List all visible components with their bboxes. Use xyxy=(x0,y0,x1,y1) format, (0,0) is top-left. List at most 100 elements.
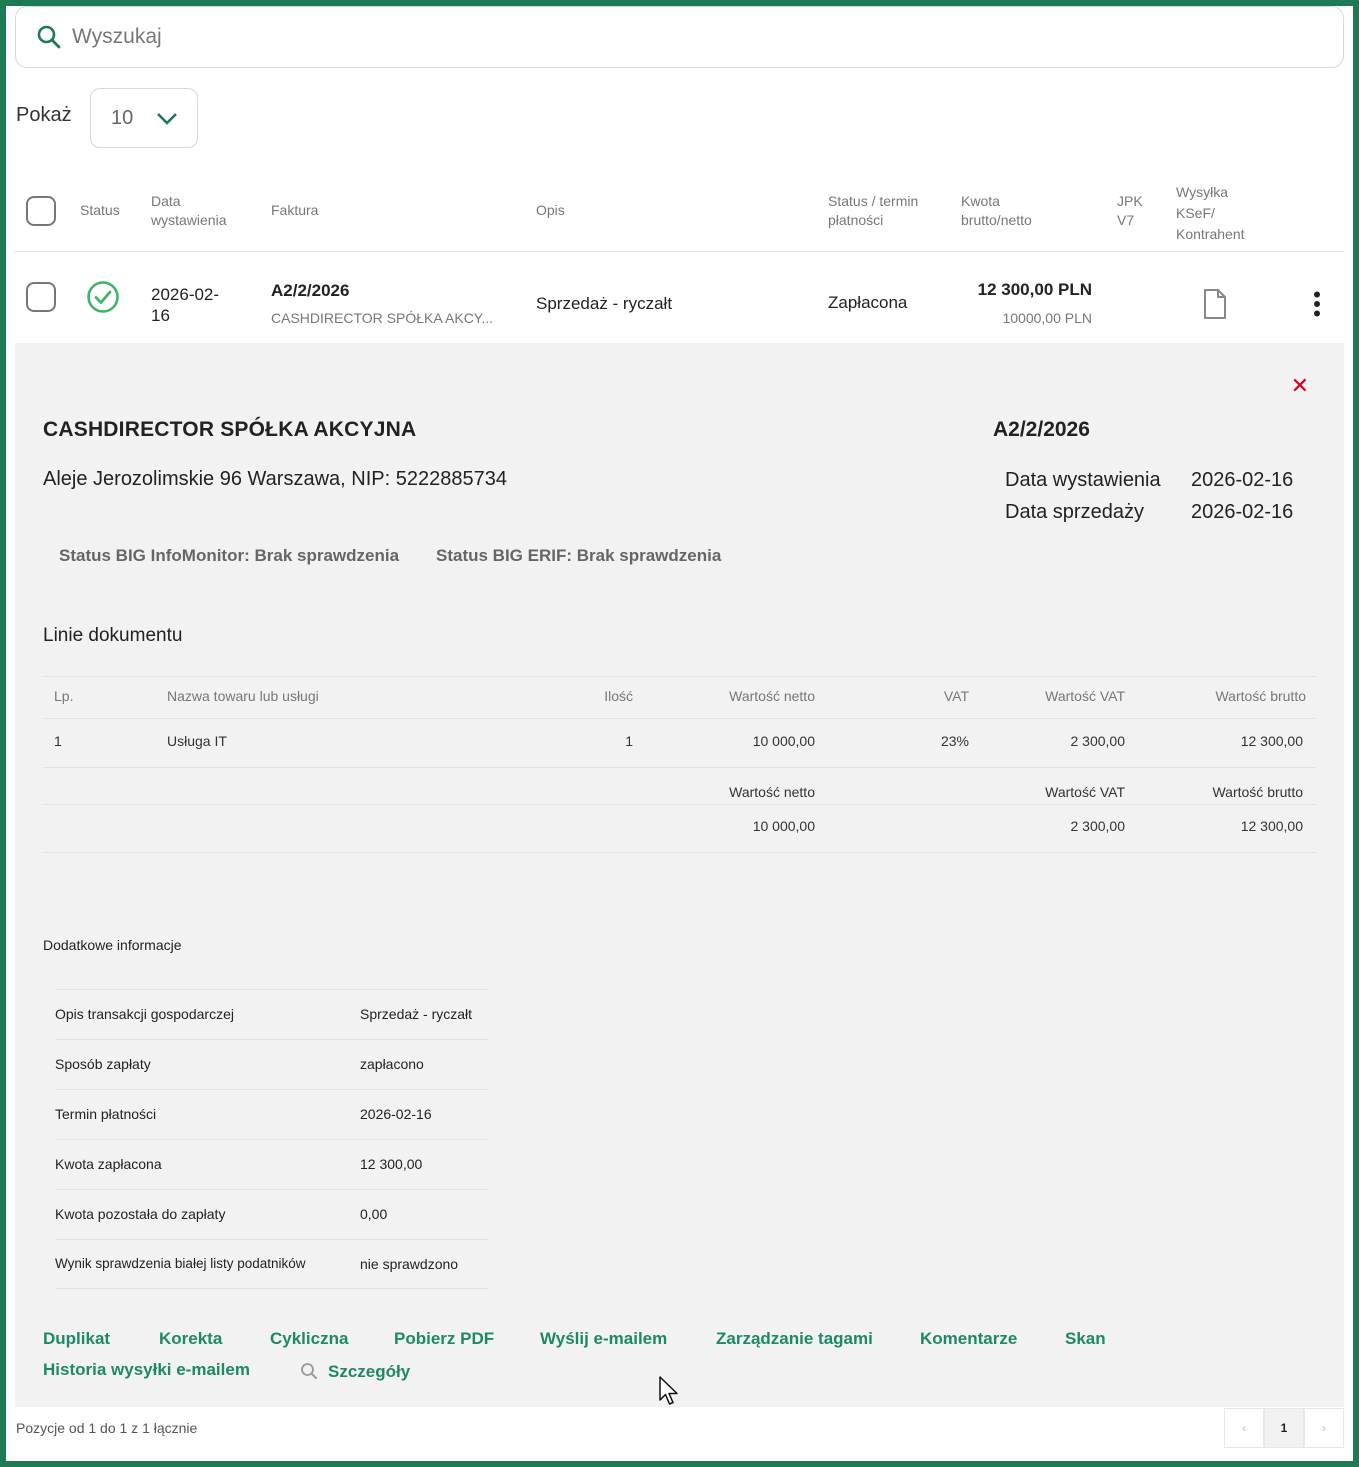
lines-header-net: Wartość netto xyxy=(729,688,815,704)
recurring-link[interactable]: Cykliczna xyxy=(270,1329,348,1349)
info-value: nie sprawdzono xyxy=(360,1256,459,1272)
table-header: Status Data wystawienia Faktura Opis Sta… xyxy=(15,174,1344,252)
total-gross-label: Wartość brutto xyxy=(1212,784,1303,800)
mouse-cursor-icon xyxy=(659,1376,678,1405)
sale-date-row: Data sprzedaży 2026-02-16 xyxy=(1005,501,1293,533)
invoice-details-panel: ✕ CASHDIRECTOR SPÓŁKA AKCYJNA Aleje Jero… xyxy=(15,343,1344,1407)
row-gross-amount: 12 300,00 PLN xyxy=(977,280,1092,299)
search-bar[interactable] xyxy=(15,6,1344,68)
info-value: 0,00 xyxy=(360,1206,388,1222)
lines-header-vat-value: Wartość VAT xyxy=(1045,688,1125,704)
document-icon[interactable] xyxy=(1203,288,1227,320)
info-key: Opis transakcji gospodarczej xyxy=(55,1006,234,1022)
details-dates: Data wystawienia 2026-02-16 Data sprzeda… xyxy=(1005,469,1293,533)
info-value: zapłacono xyxy=(360,1056,424,1072)
correction-link[interactable]: Korekta xyxy=(159,1329,222,1349)
info-row: Kwota pozostała do zapłaty 0,00 xyxy=(55,1189,489,1239)
line-net: 10 000,00 xyxy=(752,733,815,749)
page-size-select[interactable]: 10 xyxy=(90,88,198,148)
header-date-line2: wystawienia xyxy=(151,212,227,228)
issue-date-row: Data wystawienia 2026-02-16 xyxy=(1005,469,1293,501)
scan-link[interactable]: Skan xyxy=(1065,1329,1106,1349)
header-ksef: Wysyłka KSeF/ Kontrahent xyxy=(1176,182,1245,245)
duplicate-link[interactable]: Duplikat xyxy=(43,1329,110,1349)
header-ksef-line2: KSeF/ xyxy=(1176,205,1215,221)
check-circle-icon xyxy=(87,281,119,313)
lines-header-name: Nazwa towaru lub usługi xyxy=(167,688,319,704)
big-infomonitor-status: Status BIG InfoMonitor: Brak sprawdzenia xyxy=(59,546,400,565)
magnifier-icon xyxy=(301,1363,317,1379)
email-history-link[interactable]: Historia wysyłki e-mailem xyxy=(43,1360,250,1380)
pagination-prev-button[interactable]: ‹ xyxy=(1224,1408,1264,1448)
divider xyxy=(43,804,1316,805)
table-row[interactable]: 2026-02- 16 A2/2/2026 CASHDIRECTOR SPÓŁK… xyxy=(15,253,1344,343)
header-ksef-line1: Wysyłka xyxy=(1176,184,1228,200)
lines-header-gross: Wartość brutto xyxy=(1215,688,1306,704)
header-date-line1: Data xyxy=(151,193,181,209)
kebab-menu-icon[interactable] xyxy=(1313,291,1321,317)
info-value: 2026-02-16 xyxy=(360,1106,432,1122)
total-gross-value: 12 300,00 xyxy=(1240,818,1303,834)
close-icon[interactable]: ✕ xyxy=(1291,373,1309,399)
sale-date-label: Data sprzedaży xyxy=(1005,501,1144,523)
sale-date-value: 2026-02-16 xyxy=(1191,501,1294,523)
row-issue-date: 2026-02- 16 xyxy=(151,284,219,326)
divider xyxy=(43,676,1316,677)
info-key: Sposób zapłaty xyxy=(55,1056,151,1072)
lines-header-lp: Lp. xyxy=(54,688,74,704)
row-payment-status: Zapłacona xyxy=(828,293,908,312)
comments-link[interactable]: Komentarze xyxy=(920,1329,1017,1349)
big-erif-status: Status BIG ERIF: Brak sprawdzenia xyxy=(436,546,722,565)
row-checkbox[interactable] xyxy=(26,282,56,312)
total-net-label: Wartość netto xyxy=(729,784,815,800)
details-invoice-number: A2/2/2026 xyxy=(993,418,1090,441)
header-payment-line2: płatności xyxy=(828,212,884,228)
header-status: Status xyxy=(80,202,120,218)
header-amount[interactable]: Kwota brutto/netto xyxy=(961,192,1032,230)
header-payment-line1: Status / termin xyxy=(828,193,919,209)
lines-header-vat: VAT xyxy=(943,688,969,704)
header-payment-status[interactable]: Status / termin płatności xyxy=(828,192,918,230)
details-company-address: Aleje Jerozolimskie 96 Warszawa, NIP: 52… xyxy=(43,468,507,490)
row-net-amount: 10000,00 PLN xyxy=(1002,310,1092,326)
row-date-line1: 2026-02- xyxy=(151,285,220,304)
document-lines-title: Linie dokumentu xyxy=(43,625,183,646)
download-pdf-link[interactable]: Pobierz PDF xyxy=(394,1329,494,1349)
total-vat-label: Wartość VAT xyxy=(1045,784,1125,800)
issue-date-label: Data wystawienia xyxy=(1005,469,1161,491)
header-description[interactable]: Opis xyxy=(536,201,565,220)
header-jpk-line1: JPK xyxy=(1117,193,1143,209)
manage-tags-link[interactable]: Zarządzanie tagami xyxy=(716,1329,873,1349)
info-key: Wynik sprawdzenia białej listy podatnikó… xyxy=(55,1256,306,1271)
header-jpk: JPK V7 xyxy=(1117,192,1143,230)
divider xyxy=(43,718,1316,719)
app-frame: Pokaż 10 Status Data wystawienia Faktura… xyxy=(6,6,1353,1461)
info-row: Wynik sprawdzenia białej listy podatnikó… xyxy=(55,1239,489,1289)
info-key: Kwota pozostała do zapłaty xyxy=(55,1206,226,1222)
pagination: ‹ 1 › xyxy=(1224,1408,1344,1448)
search-input[interactable] xyxy=(72,25,1272,49)
header-amount-line1: Kwota xyxy=(961,193,1000,209)
header-ksef-line3: Kontrahent xyxy=(1176,226,1245,242)
info-key: Kwota zapłacona xyxy=(55,1156,162,1172)
row-invoice-number[interactable]: A2/2/2026 xyxy=(271,281,349,301)
total-net-value: 10 000,00 xyxy=(752,818,815,834)
header-invoice[interactable]: Faktura xyxy=(271,201,318,220)
header-amount-line2: brutto/netto xyxy=(961,212,1032,228)
additional-info-title: Dodatkowe informacje xyxy=(43,937,182,953)
details-company-name: CASHDIRECTOR SPÓŁKA AKCYJNA xyxy=(43,418,417,441)
send-email-link[interactable]: Wyślij e-mailem xyxy=(540,1329,667,1349)
details-link[interactable]: Szczegóły xyxy=(328,1362,410,1382)
row-invoice-client: CASHDIRECTOR SPÓŁKA AKCY... xyxy=(271,310,494,326)
divider xyxy=(43,852,1316,853)
total-vat-value: 2 300,00 xyxy=(1070,818,1126,834)
line-name: Usługa IT xyxy=(167,733,227,749)
pagination-next-button[interactable]: › xyxy=(1304,1408,1344,1448)
info-row: Opis transakcji gospodarczej Sprzedaż - … xyxy=(55,989,489,1039)
select-all-checkbox[interactable] xyxy=(26,196,56,226)
pagination-page-1[interactable]: 1 xyxy=(1264,1408,1304,1448)
divider xyxy=(43,767,1316,768)
header-date[interactable]: Data wystawienia xyxy=(151,192,226,230)
lines-header-qty: Ilość xyxy=(604,688,633,704)
search-icon xyxy=(37,25,61,49)
